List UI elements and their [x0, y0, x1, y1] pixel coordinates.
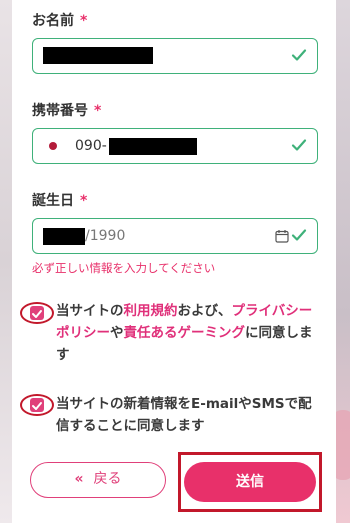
birthday-error-message: 必ず正しい情報を入力してください [32, 261, 216, 275]
name-label: お名前 * [32, 10, 87, 30]
consent-text: および、 [177, 303, 232, 319]
name-input[interactable] [32, 38, 318, 74]
checkmark-icon [32, 402, 42, 410]
terms-link[interactable]: 利用規約 [124, 303, 178, 319]
responsible-gaming-link[interactable]: 責任あるゲーミング [124, 325, 246, 341]
background-right-edge [332, 0, 350, 523]
required-mark: * [80, 13, 88, 29]
consent-text: や [110, 325, 124, 341]
send-button-label: 送信 [236, 474, 264, 490]
terms-checkbox[interactable] [20, 302, 54, 324]
checkmark-icon [291, 229, 307, 241]
back-arrow-icon: « [74, 471, 84, 487]
checkmark-icon [291, 49, 307, 61]
terms-consent-text: 当サイトの利用規約および、プライバシーポリシーや責任あるゲーミングに同意します [56, 300, 318, 366]
newsletter-checkbox[interactable] [20, 394, 54, 416]
checkmark-icon [32, 310, 42, 318]
phone-label-text: 携帯番号 [32, 103, 88, 119]
name-label-text: お名前 [32, 13, 74, 29]
phone-prefix: 090- [75, 138, 107, 154]
checkmark-icon [291, 139, 307, 151]
checkbox-box [30, 398, 44, 412]
back-button[interactable]: « 戻る [30, 462, 166, 498]
checkbox-box [30, 306, 44, 320]
birthday-label-text: 誕生日 [32, 193, 74, 209]
back-button-label: 戻る [93, 471, 122, 487]
send-button[interactable]: 送信 [184, 462, 316, 502]
newsletter-consent-text: 当サイトの新着情報をE-mailやSMSで配信することに同意します [56, 396, 312, 434]
calendar-icon[interactable] [275, 229, 289, 243]
redacted-phone [109, 138, 197, 155]
birthday-input[interactable]: /1990 [32, 218, 318, 254]
redacted-birthday [43, 228, 85, 245]
phone-input[interactable]: 090- [32, 128, 318, 164]
birthday-year: /1990 [85, 228, 126, 244]
flag-icon [49, 142, 57, 150]
required-mark: * [94, 103, 102, 119]
required-mark: * [80, 193, 88, 209]
consent-text: 当サイトの [56, 303, 124, 319]
birthday-label: 誕生日 * [32, 190, 87, 210]
redacted-name [43, 47, 153, 64]
background-left-edge [0, 0, 12, 523]
phone-label: 携帯番号 * [32, 100, 101, 120]
